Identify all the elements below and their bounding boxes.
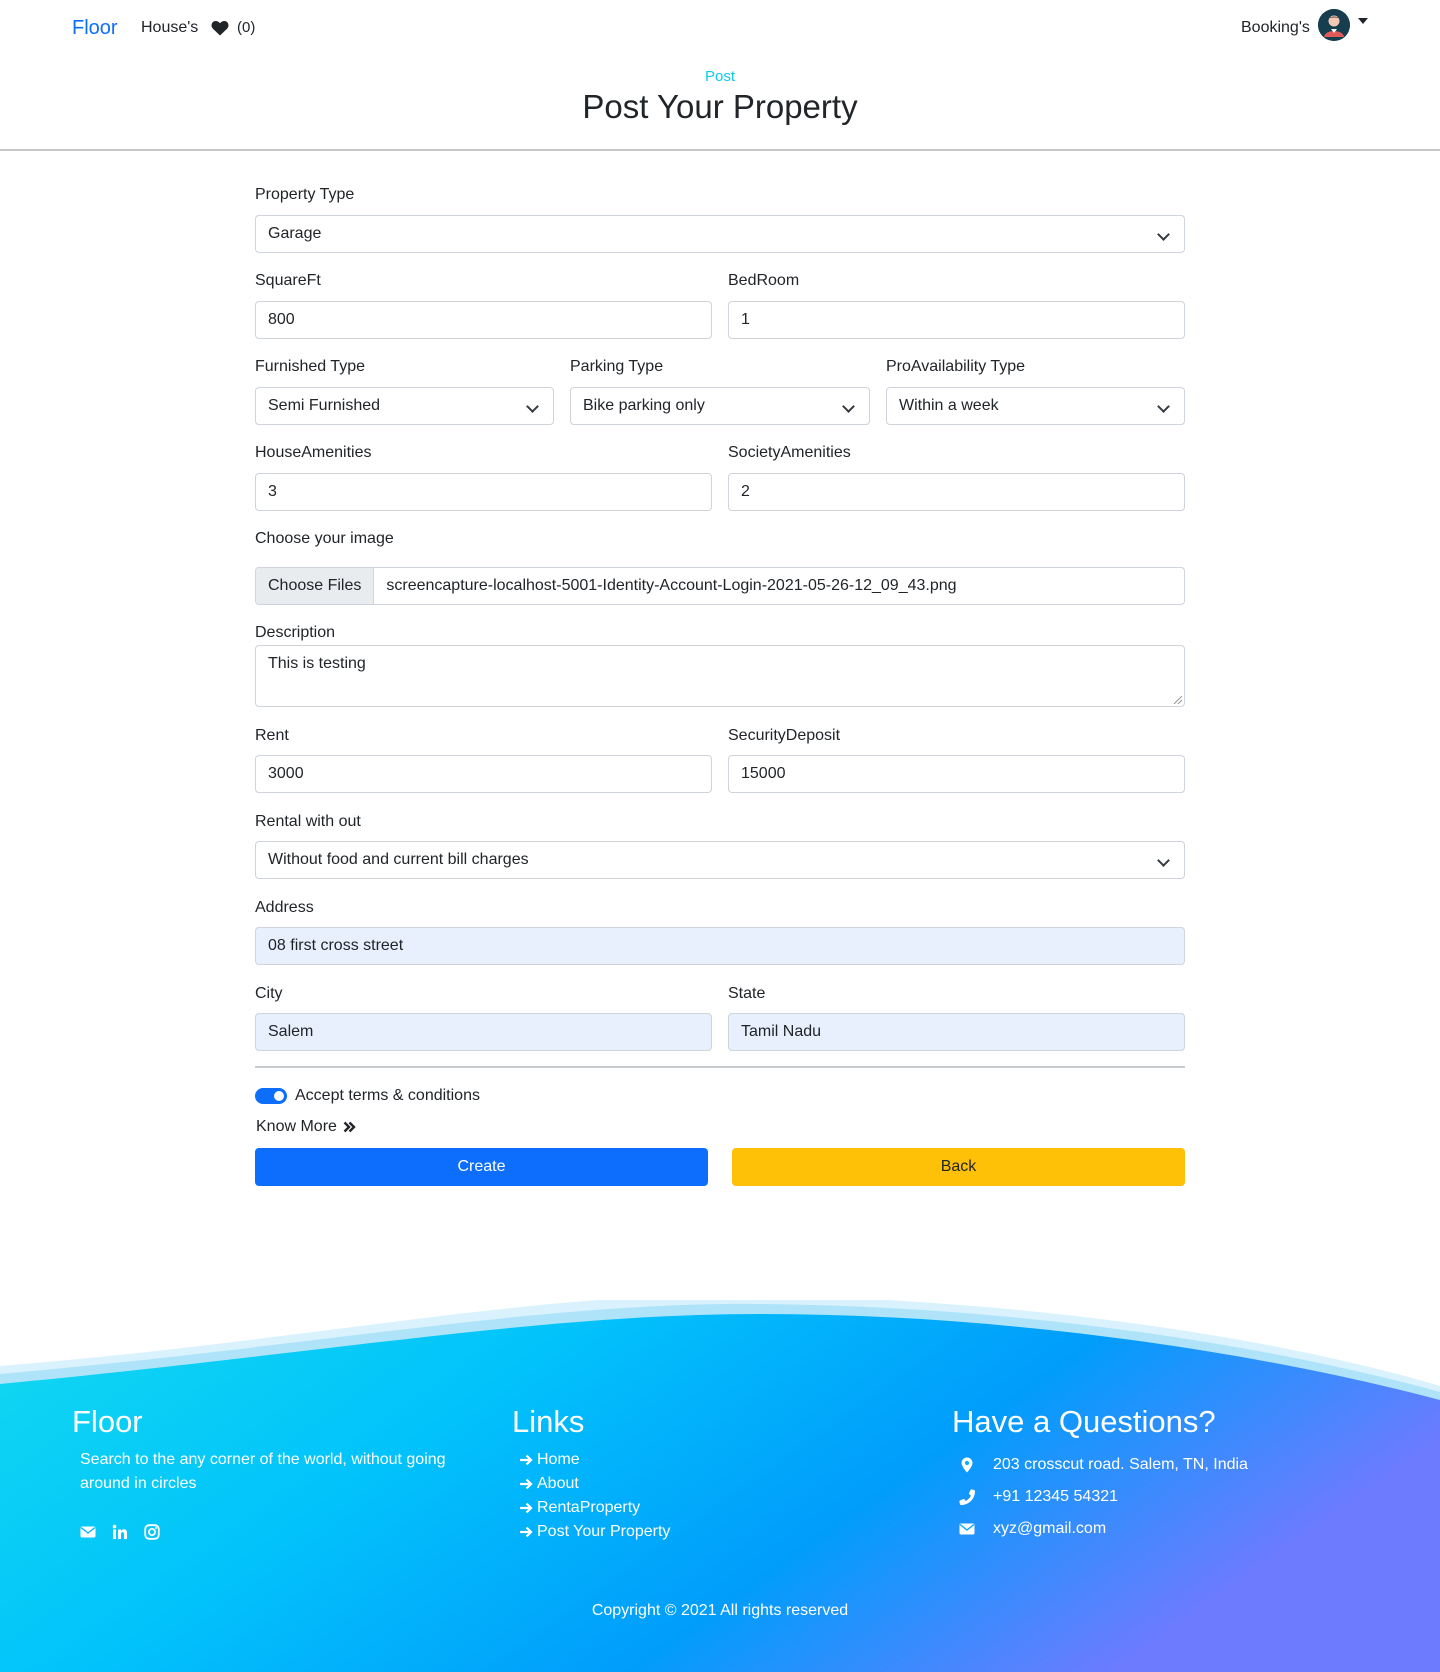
society-amenities-input[interactable]: 2 [728,473,1185,511]
rental-without-label: Rental with out [255,813,361,830]
description-value: This is testing [268,655,366,672]
footer-address: 203 crosscut road. Salem, TN, India [959,1456,1248,1474]
footer-link-label: Home [537,1451,580,1468]
footer-link-rentaproperty[interactable]: RentaProperty [519,1496,670,1520]
arrow-right-icon [520,1454,533,1466]
double-chevron-right-icon [343,1121,356,1133]
instagram-icon[interactable] [144,1524,160,1540]
availability-type-select[interactable]: Within a week [886,387,1185,425]
rent-label: Rent [255,727,289,744]
map-marker-icon [961,1457,973,1473]
security-deposit-input[interactable]: 15000 [728,755,1185,793]
selected-file-name: screencapture-localhost-5001-Identity-Ac… [386,577,957,594]
furnished-type-select[interactable]: Semi Furnished [255,387,554,425]
avatar[interactable] [1318,9,1350,41]
resize-grip-icon[interactable] [1174,696,1182,704]
footer-email[interactable]: xyz@gmail.com [959,1520,1106,1538]
property-type-select[interactable]: Garage [255,215,1185,253]
footer-link-label: RentaProperty [537,1499,641,1516]
address-input[interactable]: 08 first cross street [255,927,1185,965]
squareft-input[interactable]: 800 [255,301,712,339]
society-amenities-label: SocietyAmenities [728,444,851,461]
footer-contact-title: Have a Questions? [952,1404,1216,1439]
arrow-right-icon [520,1478,533,1490]
squareft-label: SquareFt [255,272,321,289]
copyright-text: Copyright © 2021 All rights reserved [591,1602,849,1619]
house-amenities-label: HouseAmenities [255,444,372,461]
footer-address-text: 203 crosscut road. Salem, TN, India [993,1456,1248,1473]
description-label: Description [255,624,336,641]
favorites-count: (0) [237,19,256,36]
bedroom-label: BedRoom [728,272,800,289]
bedroom-input[interactable]: 1 [728,301,1185,339]
user-menu-caret-icon[interactable] [1358,18,1368,24]
footer-link-label: Post Your Property [537,1523,671,1540]
state-label: State [728,985,766,1002]
nav-bookings-link[interactable]: Booking's [1241,19,1310,37]
property-type-label: Property Type [255,186,355,203]
footer-link-about[interactable]: About [519,1472,670,1496]
description-textarea[interactable]: This is testing [255,645,1185,707]
footer-links-title: Links [512,1404,585,1439]
parking-type-select[interactable]: Bike parking only [570,387,870,425]
back-button[interactable]: Back [732,1148,1185,1186]
security-deposit-label: SecurityDeposit [728,727,841,744]
brand-link[interactable]: Floor [72,17,118,40]
image-file-input[interactable]: Choose Files screencapture-localhost-500… [255,567,1185,605]
rental-without-select[interactable]: Without food and current bill charges [255,841,1185,879]
footer-email-text: xyz@gmail.com [993,1520,1107,1537]
terms-label[interactable]: Accept terms & conditions [295,1087,480,1105]
know-more-label: Know More [256,1118,337,1135]
footer-tagline: Search to the any corner of the world, w… [80,1451,446,1492]
footer-link-post-property[interactable]: Post Your Property [519,1520,670,1544]
footer-phone[interactable]: +91 12345 54321 [959,1488,1118,1506]
terms-toggle[interactable] [255,1088,287,1104]
know-more-link[interactable]: Know More [256,1118,356,1136]
rent-input[interactable]: 3000 [255,755,712,793]
choose-files-button[interactable]: Choose Files [256,568,375,604]
header-divider [0,149,1440,151]
city-label: City [255,985,283,1002]
state-input[interactable]: Tamil Nadu [728,1013,1185,1051]
form-divider [255,1066,1185,1068]
availability-type-label: ProAvailability Type [886,358,1026,375]
footer-brand: Floor [72,1404,143,1439]
page-subtitle: Post [704,68,735,85]
parking-type-label: Parking Type [570,358,664,375]
arrow-right-icon [520,1502,533,1514]
user-avatar-icon [1318,9,1350,41]
create-button[interactable]: Create [255,1148,708,1186]
phone-icon [959,1489,975,1505]
address-label: Address [255,899,314,916]
footer-phone-text: +91 12345 54321 [993,1488,1119,1505]
city-input[interactable]: Salem [255,1013,712,1051]
footer-link-label: About [537,1475,579,1492]
heart-icon [211,20,229,35]
image-label: Choose your image [255,530,394,547]
footer-links-list: Home About RentaProperty Post Your Prope… [519,1448,670,1544]
envelope-icon[interactable] [80,1524,96,1540]
footer-link-home[interactable]: Home [519,1448,670,1472]
page-title: Post Your Property [582,88,858,125]
nav-favorites-link[interactable]: (0) [211,19,255,36]
arrow-right-icon [520,1526,533,1538]
house-amenities-input[interactable]: 3 [255,473,712,511]
nav-houses-link[interactable]: House's [141,19,198,37]
footer-social-links [80,1524,160,1540]
envelope-icon [959,1523,975,1535]
furnished-type-label: Furnished Type [255,358,365,375]
linkedin-icon[interactable] [112,1524,128,1540]
navbar: Floor House's (0) Booking's [0,0,1440,58]
